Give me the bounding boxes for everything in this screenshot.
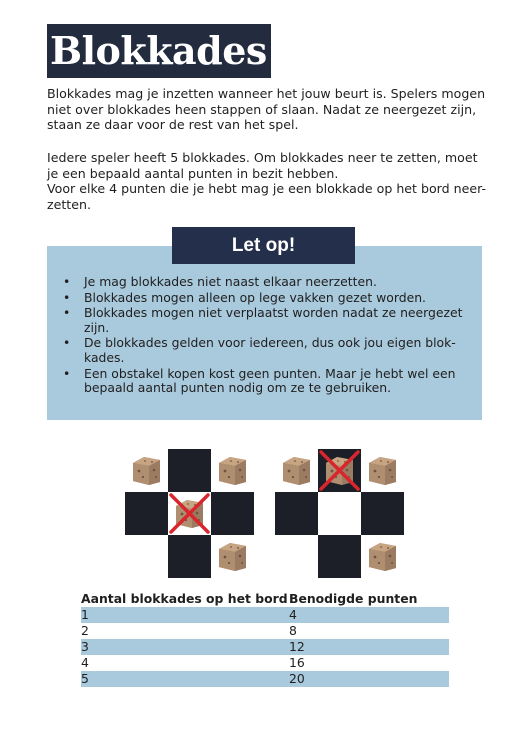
board-cell-dark: [211, 492, 254, 535]
note-item: • Een obstakel kopen kost geen punten. Ma…: [63, 365, 463, 396]
red-cross-icon: [318, 449, 361, 492]
table-cell: 2: [81, 623, 89, 638]
note-list: • Je mag blokkades niet naast elkaar neer…: [63, 274, 463, 397]
stone-block-icon: [280, 454, 313, 487]
points-paragraph: Iedere speler heeft 5 blokkades. Om blok…: [47, 150, 478, 181]
board-diagram-invalid-center: [125, 449, 254, 578]
table-header: Benodigde punten: [289, 591, 418, 606]
board-cell: [361, 449, 404, 492]
board-cell: [125, 535, 168, 578]
bullet: •: [63, 289, 71, 305]
stone-block-icon: [216, 540, 249, 573]
board-cell: [275, 535, 318, 578]
table-row: 5 20: [81, 671, 449, 687]
note-item: • Blokkades mogen niet verplaatst worden …: [63, 305, 463, 335]
board-cell: [275, 449, 318, 492]
table-row: 4 16: [81, 655, 449, 671]
table-row: 1 4: [81, 607, 449, 623]
board-cell: [168, 492, 211, 535]
table-cell: 3: [81, 639, 289, 655]
table-row: 3 12: [81, 639, 449, 655]
board-cell-dark: [361, 492, 404, 535]
bullet: •: [63, 305, 71, 321]
board-cell-dark: [275, 492, 318, 535]
points-table: Aantal blokkades op het bord Benodigde p…: [81, 590, 449, 687]
note-item-text: Blokkades mogen alleen op lege vakken ge…: [84, 289, 426, 305]
board-cell: [318, 492, 361, 535]
stone-block-icon: [130, 454, 163, 487]
board-cell: [361, 535, 404, 578]
table-cell: 4: [81, 655, 89, 670]
red-cross-icon: [168, 492, 211, 535]
stone-block-icon: [366, 540, 399, 573]
board-diagram-invalid-top: [275, 449, 404, 578]
table-cell: 1: [81, 607, 289, 623]
note-item-text: Je mag blokkades niet naast elkaar neerz…: [84, 274, 377, 289]
board-cell-dark: [318, 449, 361, 492]
rule-paragraph: Voor elke 4 punten die je hebt mag je ee…: [47, 181, 487, 212]
table-cell: 4: [289, 607, 449, 623]
board-cell-dark: [168, 449, 211, 492]
table-header: Aantal blokkades op het bord: [81, 591, 288, 606]
table-cell: 8: [289, 623, 297, 638]
note-item-text: Blokkades mogen niet verplaatst worden n…: [84, 305, 463, 335]
note-item: • Blokkades mogen alleen op lege vakken g…: [63, 289, 463, 306]
board-cell: [211, 535, 254, 578]
table-cell: 16: [289, 655, 305, 670]
stone-block-icon: [366, 454, 399, 487]
note-heading: Let op!: [172, 227, 355, 264]
table-cell: 5: [81, 671, 289, 687]
table-row: 2 8: [81, 623, 449, 639]
board-cell: [211, 449, 254, 492]
bullet: •: [63, 365, 71, 381]
board-cell-dark: [168, 535, 211, 578]
board-cell: [125, 449, 168, 492]
note-item-text: De blokkades gelden voor iedereen, dus o…: [84, 335, 456, 365]
note-item: • De blokkades gelden voor iedereen, dus …: [63, 336, 463, 365]
bullet: •: [63, 274, 71, 289]
board-cell-dark: [125, 492, 168, 535]
note-item-text: Een obstakel kopen kost geen punten. Maa…: [84, 365, 456, 396]
note-item: • Je mag blokkades niet naast elkaar neer…: [63, 274, 463, 290]
board-cell-dark: [318, 535, 361, 578]
stone-block-icon: [216, 454, 249, 487]
table-header-row: Aantal blokkades op het bord Benodigde p…: [81, 590, 449, 607]
page-title: Blokkades: [47, 24, 271, 78]
intro-paragraph: Blokkades mag je inzetten wanneer het jo…: [47, 86, 486, 133]
table-cell: 12: [289, 639, 449, 655]
bullet: •: [63, 335, 71, 351]
table-cell: 20: [289, 671, 449, 687]
